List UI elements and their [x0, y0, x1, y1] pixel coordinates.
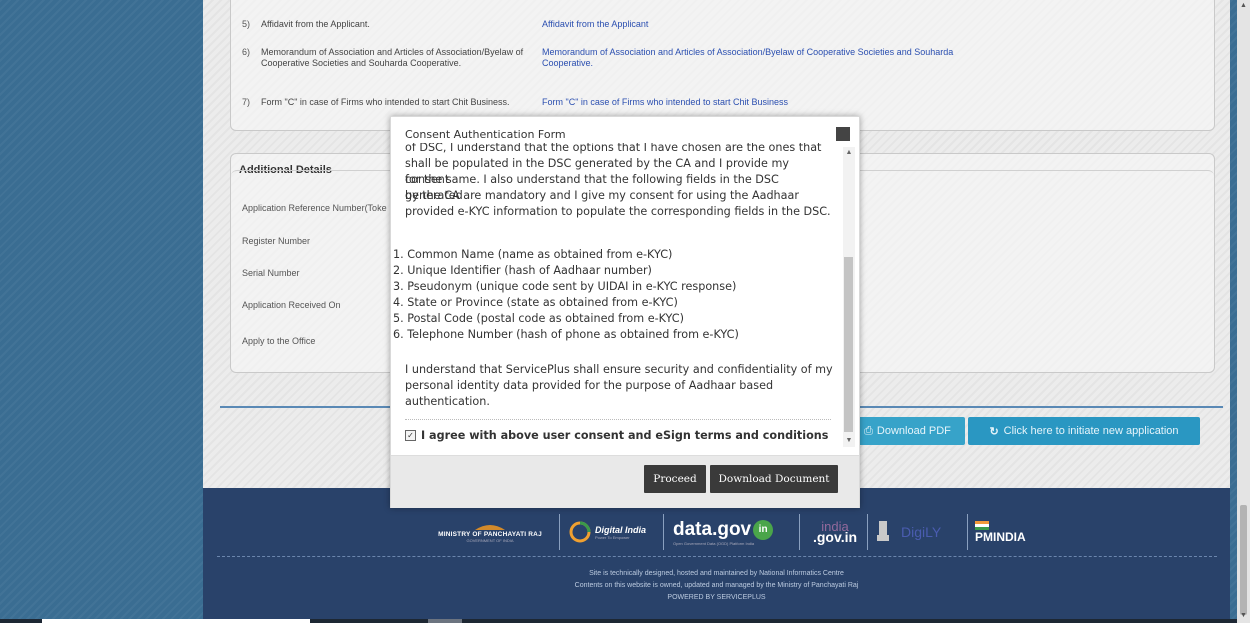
- dsc-field-item: 2. Unique Identifier (hash of Aadhaar nu…: [393, 264, 652, 277]
- digital-india-icon: [569, 521, 591, 543]
- new-application-label: Click here to initiate new application: [1003, 425, 1179, 437]
- footer-credit-ministry: Contents on this website is owned, updat…: [574, 582, 859, 589]
- modal-title: Consent Authentication Form: [405, 128, 566, 141]
- consent-text-area[interactable]: of DSC, I understand that the options th…: [391, 143, 843, 455]
- scroll-down-icon[interactable]: ▼: [1239, 612, 1248, 619]
- detail-label: Apply to the Office: [242, 336, 316, 346]
- download-pdf-label: Download PDF: [876, 425, 951, 437]
- refresh-icon: ↻: [989, 425, 999, 438]
- consent-text-line: authentication.: [405, 395, 490, 408]
- proceed-button[interactable]: Proceed: [644, 465, 706, 493]
- consent-text-line: of DSC, I understand that the options th…: [405, 143, 822, 154]
- modal-scrollbar[interactable]: ▲ ▼: [843, 147, 855, 447]
- detail-label: Application Received On: [242, 300, 341, 310]
- agree-consent-row[interactable]: ✓ I agree with above user consent and eS…: [405, 429, 828, 442]
- documents-list: 5) Affidavit from the Applicant. Affidav…: [230, 0, 1215, 131]
- document-link[interactable]: Form "C" in case of Firms who intended t…: [542, 97, 992, 108]
- pdf-icon: ⎙: [864, 424, 873, 437]
- document-number: 5): [242, 19, 251, 29]
- consent-text-line: personal identity data provided for the …: [405, 379, 774, 392]
- india-gov-logo[interactable]: india .gov.in: [807, 508, 863, 556]
- document-name: Form "C" in case of Firms who intended t…: [261, 97, 510, 107]
- document-link[interactable]: Memorandum of Association and Articles o…: [542, 47, 992, 69]
- powered-by: POWERED BY SERVICEPLUS: [667, 594, 766, 601]
- page-scrollbar[interactable]: ▲ ▼: [1237, 0, 1250, 623]
- digidesk-logo[interactable]: DigiLY: [875, 508, 963, 556]
- emblem-icon: [475, 524, 505, 530]
- india-flag-icon: [975, 520, 989, 530]
- consent-text-line: by the CA are mandatory and I give my co…: [405, 189, 799, 202]
- consent-text-line: I understand that ServicePlus shall ensu…: [405, 363, 833, 376]
- dsc-field-item: 3. Pseudonym (unique code sent by UIDAI …: [393, 280, 737, 293]
- panchayati-raj-logo[interactable]: MINISTRY OF PANCHAYATI RAJ GOVERNMENT OF…: [425, 508, 555, 556]
- dsc-field-item: 1. Common Name (name as obtained from e-…: [393, 248, 673, 261]
- scroll-down-icon[interactable]: ▼: [843, 437, 855, 444]
- document-number: 6): [242, 47, 251, 57]
- close-icon[interactable]: [836, 127, 850, 141]
- partner-logos: MINISTRY OF PANCHAYATI RAJ GOVERNMENT OF…: [203, 508, 1230, 558]
- detail-label: Application Reference Number(Toke: [242, 203, 387, 213]
- modal-footer: Proceed Download Document: [391, 455, 859, 508]
- agree-label: I agree with above user consent and eSig…: [421, 429, 829, 442]
- pmindia-logo[interactable]: PMINDIA: [975, 508, 1055, 556]
- modal-scrollbar-thumb[interactable]: [844, 257, 853, 432]
- digital-india-logo[interactable]: Digital India Power To Empower: [569, 508, 659, 556]
- document-number: 7): [242, 97, 251, 107]
- document-name: Affidavit from the Applicant.: [261, 19, 370, 29]
- dsc-field-item: 5. Postal Code (postal code as obtained …: [393, 312, 684, 325]
- scrollbar-thumb[interactable]: [1240, 505, 1247, 615]
- agree-checkbox[interactable]: ✓: [405, 430, 416, 441]
- new-application-button[interactable]: ↻ Click here to initiate new application: [968, 417, 1200, 445]
- document-name: Memorandum of Association and Articles o…: [261, 47, 524, 68]
- detail-label: Serial Number: [242, 268, 300, 278]
- download-pdf-button[interactable]: ⎙ Download PDF: [850, 417, 965, 445]
- detail-label: Register Number: [242, 236, 311, 246]
- scroll-up-icon[interactable]: ▲: [843, 149, 855, 156]
- consent-modal: Consent Authentication Form of DSC, I un…: [390, 116, 860, 508]
- document-link[interactable]: Affidavit from the Applicant: [542, 19, 992, 30]
- download-document-button[interactable]: Download Document: [710, 465, 838, 493]
- dsc-field-item: 4. State or Province (state as obtained …: [393, 296, 678, 309]
- scroll-up-icon[interactable]: ▲: [1239, 2, 1248, 9]
- dsc-field-item: 6. Telephone Number (hash of phone as ob…: [393, 328, 739, 341]
- consent-text-line: provided e-KYC information to populate t…: [405, 205, 831, 218]
- footer-credit-nic: Site is technically designed, hosted and…: [589, 570, 844, 577]
- taskbar: [0, 619, 1237, 623]
- emblem-icon: [877, 521, 889, 541]
- data-gov-logo[interactable]: data.gov in Open Government Data (OGD) P…: [673, 508, 795, 556]
